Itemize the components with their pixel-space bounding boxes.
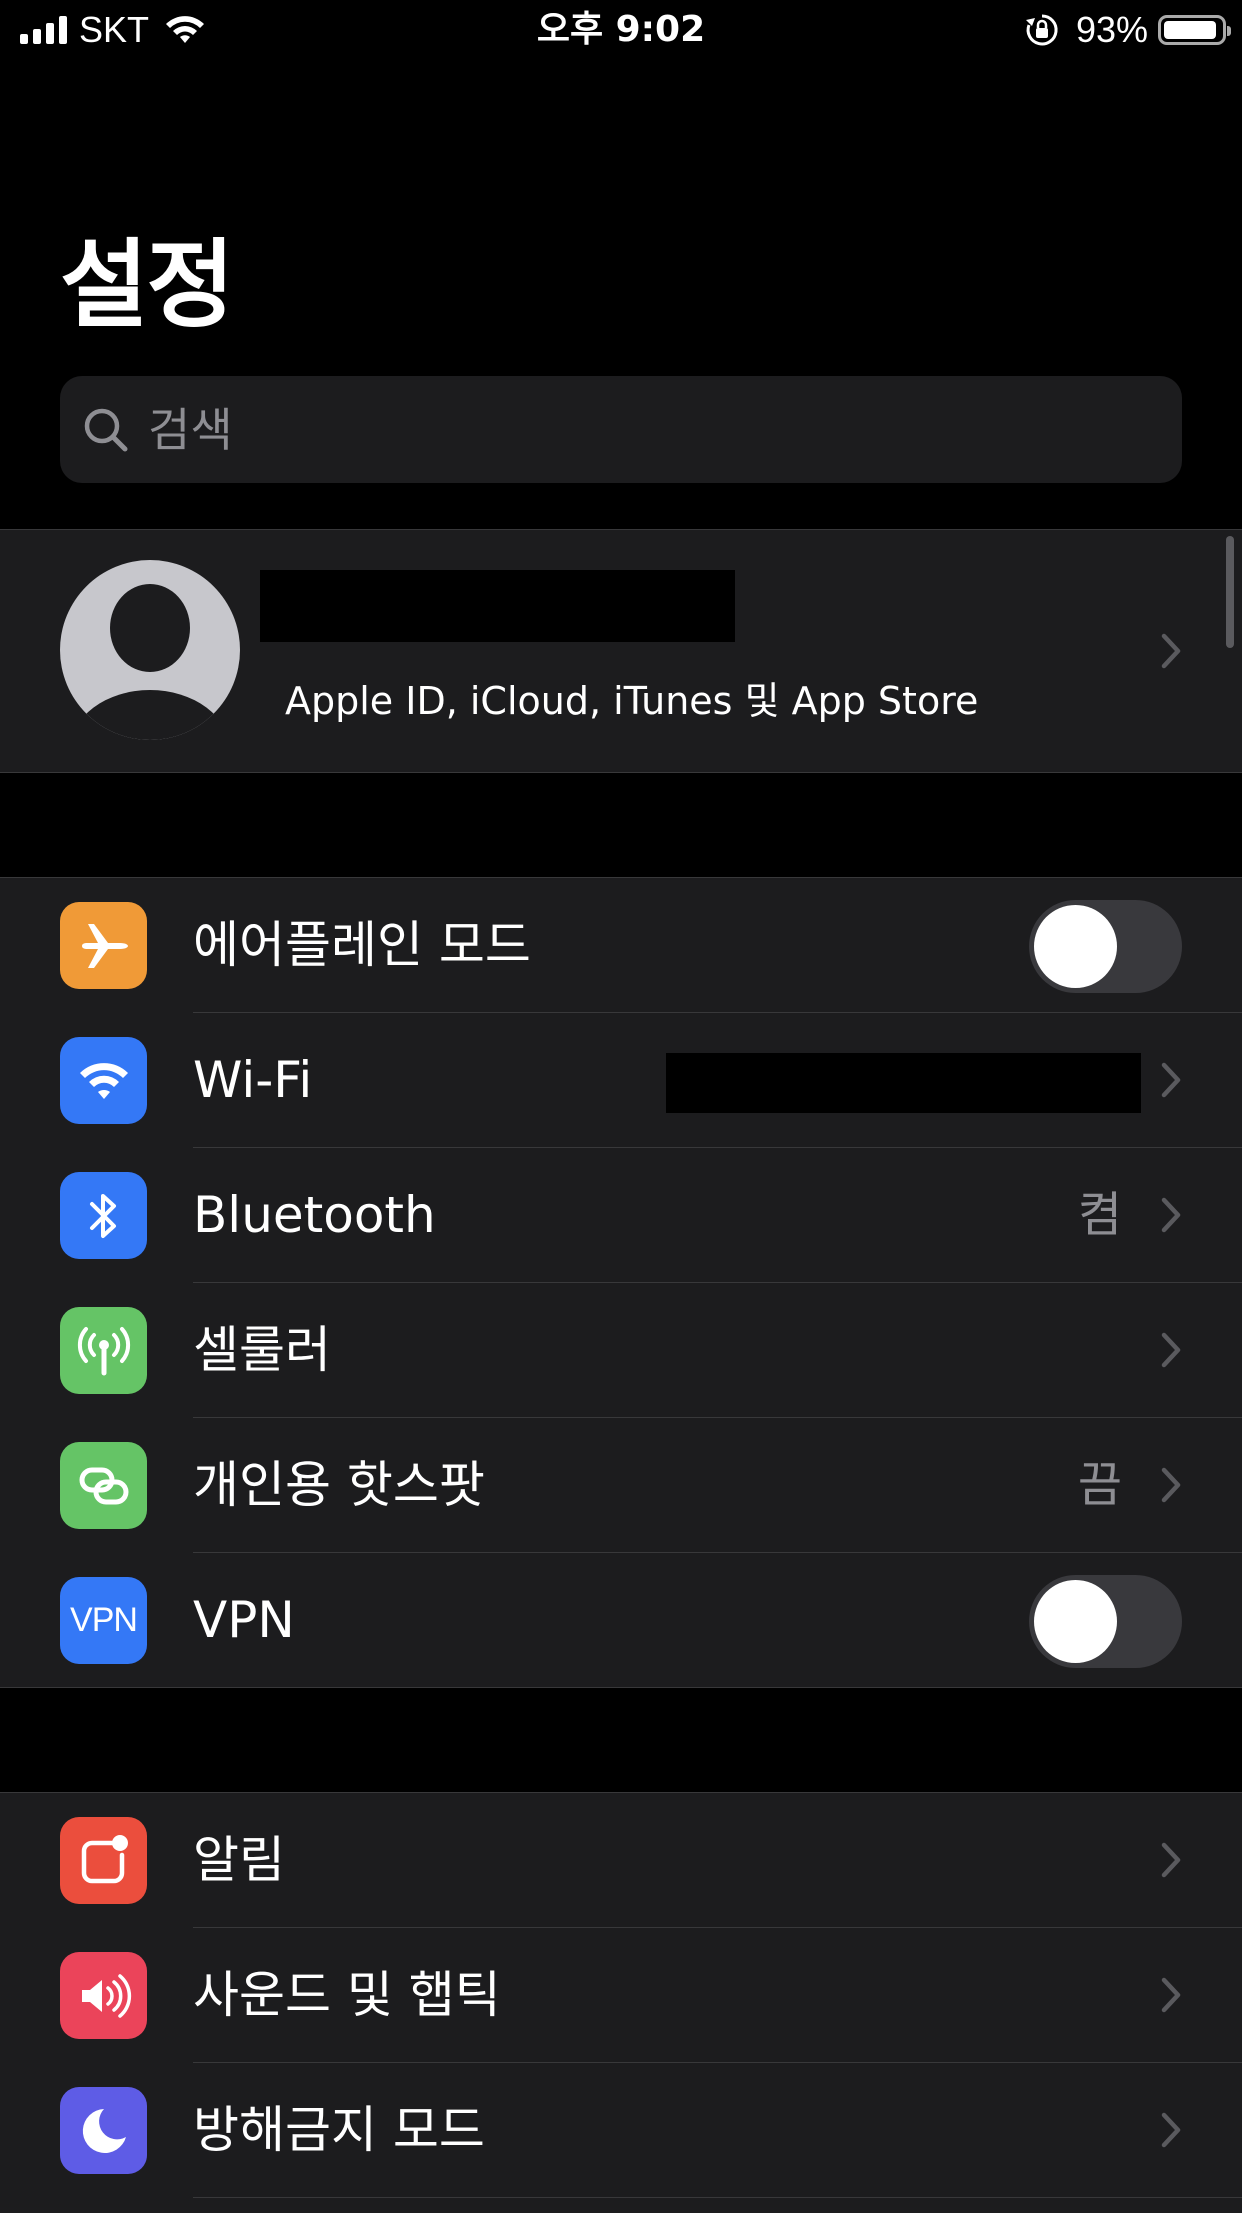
wifi-icon	[60, 1037, 147, 1124]
page-title: 설정	[60, 229, 235, 341]
settings-row-wifi[interactable]: Wi-Fi	[0, 1013, 1242, 1148]
row-label: 셀룰러	[193, 1321, 331, 1379]
chevron-right-icon	[1161, 1332, 1181, 1368]
row-label: VPN	[193, 1591, 295, 1649]
chevron-right-icon	[1161, 1062, 1181, 1098]
battery-percent: 93%	[1075, 9, 1148, 50]
settings-row-sounds-haptics[interactable]: 사운드 및 햅틱	[0, 1928, 1242, 2063]
notifications-icon	[60, 1817, 147, 1904]
settings-row-notifications[interactable]: 알림	[0, 1793, 1242, 1928]
moon-icon	[60, 2087, 147, 2174]
bluetooth-icon	[60, 1172, 147, 1259]
vpn-toggle[interactable]	[1029, 1575, 1182, 1668]
chevron-right-icon	[1161, 633, 1181, 669]
chevron-right-icon	[1161, 2112, 1181, 2148]
airplane-mode-toggle[interactable]	[1029, 900, 1182, 993]
redacted-name	[260, 570, 735, 642]
search-icon	[84, 408, 128, 451]
settings-row-cellular[interactable]: 셀룰러	[0, 1283, 1242, 1418]
scroll-indicator[interactable]	[1226, 536, 1234, 648]
airplane-icon	[60, 902, 147, 989]
status-bar: SKT 오후 9:02 93%	[0, 0, 1242, 60]
settings-row-airplane-mode[interactable]: 에어플레인 모드	[0, 878, 1242, 1013]
settings-row-personal-hotspot[interactable]: 개인용 핫스팟 끔	[0, 1418, 1242, 1553]
bluetooth-status-value: 켬	[1077, 1187, 1122, 1243]
status-right: 93%	[1024, 0, 1231, 60]
avatar	[60, 560, 240, 740]
row-label: 사운드 및 햅틱	[193, 1966, 501, 2024]
notifications-group: 알림 사운드 및 햅틱 방해금지 모드	[0, 1792, 1242, 2213]
hotspot-status-value: 끔	[1077, 1457, 1122, 1513]
row-label: 알림	[193, 1831, 285, 1889]
chevron-right-icon	[1161, 1197, 1181, 1233]
rotation-lock-icon	[1025, 14, 1058, 46]
row-label: 방해금지 모드	[193, 2101, 485, 2159]
search-bar[interactable]	[60, 375, 1182, 484]
settings-row-do-not-disturb[interactable]: 방해금지 모드	[0, 2063, 1242, 2198]
row-label: 개인용 핫스팟	[193, 1456, 485, 1514]
settings-row-vpn[interactable]: VPN VPN	[0, 1553, 1242, 1688]
profile-subtitle: Apple ID, iCloud, iTunes 및 App Store	[285, 679, 979, 723]
settings-row-bluetooth[interactable]: Bluetooth 켬	[0, 1148, 1242, 1283]
connectivity-group: 에어플레인 모드 Wi-Fi Bluetooth 켬 셀룰러 개인용 핫스팟 끔…	[0, 877, 1242, 1688]
chevron-right-icon	[1161, 1842, 1181, 1878]
antenna-icon	[60, 1307, 147, 1394]
search-input[interactable]	[146, 375, 1182, 484]
redacted-network-name	[666, 1053, 1141, 1113]
speaker-icon	[60, 1952, 147, 2039]
battery-icon	[1158, 15, 1231, 45]
row-label: 에어플레인 모드	[193, 916, 531, 974]
chevron-right-icon	[1161, 1977, 1181, 2013]
vpn-icon-text: VPN	[70, 1601, 138, 1639]
hotspot-icon	[60, 1442, 147, 1529]
apple-id-profile-row[interactable]: Apple ID, iCloud, iTunes 및 App Store	[0, 529, 1242, 773]
chevron-right-icon	[1161, 1467, 1181, 1503]
vpn-icon: VPN	[60, 1577, 147, 1664]
row-label: Wi-Fi	[193, 1051, 313, 1109]
row-label: Bluetooth	[193, 1186, 436, 1244]
